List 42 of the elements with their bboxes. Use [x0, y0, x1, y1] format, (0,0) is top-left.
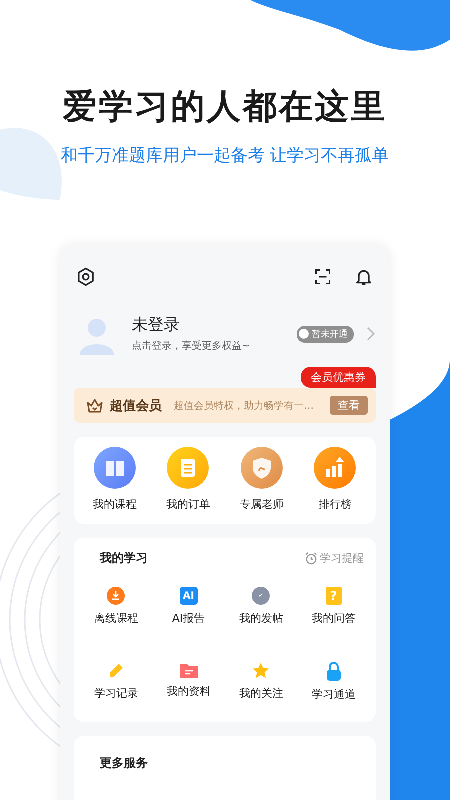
- login-status[interactable]: 未登录: [132, 315, 285, 336]
- shortcut-label: 排行榜: [318, 497, 352, 512]
- rank-icon[interactable]: [314, 447, 356, 489]
- pencil-icon[interactable]: [107, 662, 126, 680]
- study-item-label: 我的问答: [312, 611, 356, 626]
- settings-icon[interactable]: [76, 267, 96, 287]
- star-icon[interactable]: [252, 662, 270, 680]
- course-icon[interactable]: [94, 447, 136, 489]
- teacher-icon[interactable]: [240, 447, 283, 489]
- study-item-label: 我的资料: [166, 684, 211, 699]
- crown-icon: [86, 398, 104, 414]
- study-item-label: 学习记录: [94, 686, 138, 701]
- folder-icon[interactable]: [180, 662, 198, 678]
- lock-icon[interactable]: [326, 662, 342, 681]
- shortcut-label: 我的课程: [92, 497, 137, 512]
- vip-description: 超值会员特权，助力畅学有一…: [174, 400, 315, 412]
- study-item-label: 离线课程: [94, 611, 138, 626]
- coupon-tag[interactable]: 会员优惠券: [301, 367, 376, 388]
- subtitle: 和千万准题库用户一起备考 让学习不再孤单: [60, 145, 390, 167]
- alarm-clock-icon: [305, 552, 318, 565]
- section-title: 更多服务: [100, 756, 148, 770]
- vip-banner[interactable]: 超值会员 超值会员特权，助力畅学有一… 查看: [74, 388, 376, 423]
- scan-icon[interactable]: [314, 268, 332, 286]
- chevron-right-icon[interactable]: [366, 326, 376, 342]
- compass-icon[interactable]: [252, 587, 270, 605]
- study-item-label: 我的关注: [239, 686, 284, 701]
- login-hint: 点击登录，享受更多权益~: [132, 340, 252, 353]
- study-item-label: 学习通道: [312, 687, 356, 702]
- ai-icon[interactable]: AI: [180, 587, 198, 605]
- study-reminder-button[interactable]: 学习提醒: [305, 551, 364, 566]
- view-button[interactable]: 查看: [330, 396, 368, 415]
- membership-badge: 暂未开通: [297, 326, 354, 342]
- headline: 爱学习的人都在这里: [63, 86, 387, 129]
- shortcut-label: 我的订单: [166, 497, 210, 512]
- study-item-label: 我的发帖: [239, 611, 284, 626]
- order-icon[interactable]: [167, 447, 210, 489]
- blob-shape: [0, 128, 62, 200]
- study-item-label: AI报告: [172, 611, 206, 626]
- section-title: 我的学习: [100, 550, 148, 567]
- shortcut-label: 专属老师: [240, 497, 284, 512]
- vip-title: 超值会员: [110, 398, 162, 414]
- download-icon[interactable]: [107, 587, 126, 605]
